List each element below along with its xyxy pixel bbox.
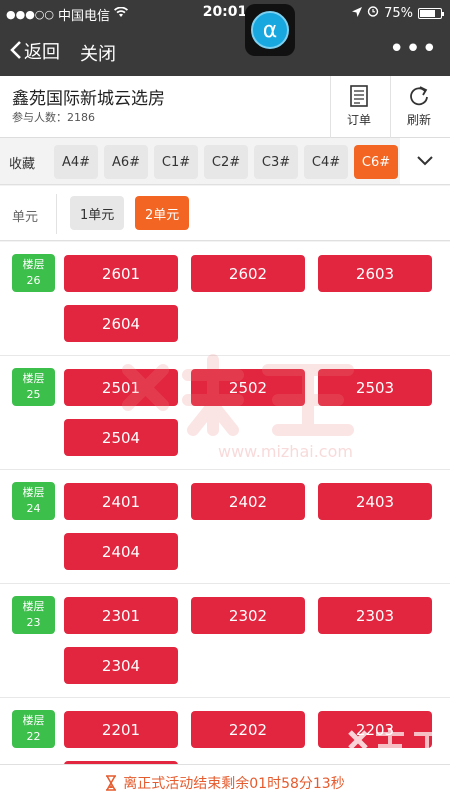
floor-row-24: 楼层 24 2401 2402 2403 2404 [0, 470, 450, 584]
unit-2-button[interactable]: 2单元 [135, 196, 190, 230]
room-button[interactable]: 2404 [64, 533, 178, 570]
floor-badge: 楼层 22 [12, 710, 55, 748]
floor-badge: 楼层 24 [12, 482, 55, 520]
app-logo-icon: α [245, 4, 295, 56]
hourglass-icon [106, 774, 117, 791]
unit-selector: 单元 1单元 2单元 [0, 186, 450, 241]
chevron-left-icon [10, 40, 22, 62]
project-header: 鑫苑国际新城云选房 参与人数：2186 订单 刷新 [0, 76, 450, 138]
navigation-bar: 返回 关闭 ••• [0, 26, 450, 76]
floor-badge: 楼层 26 [12, 254, 55, 292]
tab-building-c1[interactable]: C1# [154, 145, 198, 179]
app-logo-glyph: α [251, 11, 289, 49]
room-button[interactable]: 2203 [318, 711, 432, 748]
tab-building-c6[interactable]: C6# [354, 145, 398, 179]
room-button[interactable]: 2303 [318, 597, 432, 634]
floor-row-26: 楼层 26 2601 2602 2603 2604 [0, 242, 450, 356]
room-button[interactable]: 2302 [191, 597, 305, 634]
order-button[interactable]: 订单 [334, 84, 384, 128]
back-label: 返回 [24, 42, 60, 63]
tab-building-c2[interactable]: C2# [204, 145, 248, 179]
room-button[interactable]: 2301 [64, 597, 178, 634]
tab-building-c3[interactable]: C3# [254, 145, 298, 179]
close-button[interactable]: 关闭 [80, 40, 116, 66]
location-icon [352, 6, 363, 21]
tab-building-c4[interactable]: C4# [304, 145, 348, 179]
floor-list[interactable]: 楼层 26 2601 2602 2603 2604 楼层 25 2501 2502 … [0, 242, 450, 764]
alarm-icon [367, 5, 379, 21]
room-button[interactable]: 2504 [64, 419, 178, 456]
expand-tabs-button[interactable] [400, 138, 450, 184]
more-menu-button[interactable]: ••• [389, 34, 438, 64]
refresh-label: 刷新 [406, 113, 431, 127]
chevron-down-icon [417, 156, 433, 166]
refresh-icon [410, 86, 428, 106]
floor-number: 23 [26, 616, 41, 629]
room-button[interactable]: 2502 [191, 369, 305, 406]
floor-row-22: 楼层 22 2201 2202 2203 [0, 698, 450, 764]
unit-label: 单元 [12, 210, 39, 225]
room-button[interactable]: 2401 [64, 483, 178, 520]
floor-row-23: 楼层 23 2301 2302 2303 2304 [0, 584, 450, 698]
tab-favorites[interactable]: 收藏 [0, 145, 44, 179]
status-bar: ●●●○○ 中国电信 20:01 75% [0, 0, 450, 26]
room-button[interactable]: 2403 [318, 483, 432, 520]
floor-number: 26 [26, 274, 41, 287]
floor-number: 22 [26, 730, 41, 743]
back-button[interactable]: 返回 [10, 38, 60, 64]
tab-building-a4[interactable]: A4# [54, 145, 98, 179]
floor-badge-label: 楼层 [22, 600, 45, 613]
participants-count: 参与人数：2186 [12, 111, 95, 124]
divider [330, 76, 331, 138]
room-button[interactable]: 2603 [318, 255, 432, 292]
floor-badge-label: 楼层 [22, 486, 45, 499]
room-button[interactable]: 2304 [64, 647, 178, 684]
order-document-icon [350, 85, 368, 107]
floor-number: 24 [26, 502, 41, 515]
floor-number: 25 [26, 388, 41, 401]
divider [56, 194, 57, 234]
unit-1-button[interactable]: 1单元 [70, 196, 125, 230]
tab-building-a6[interactable]: A6# [104, 145, 148, 179]
room-button[interactable]: 2501 [64, 369, 178, 406]
room-button[interactable]: 2503 [318, 369, 432, 406]
divider [390, 76, 391, 138]
room-button[interactable]: 2601 [64, 255, 178, 292]
battery-icon [418, 7, 444, 19]
floor-badge-label: 楼层 [22, 714, 45, 727]
floor-badge-label: 楼层 [22, 372, 45, 385]
countdown-text: 离正式活动结束剩余01时58分13秒 [123, 775, 345, 792]
floor-row-25: 楼层 25 2501 2502 2503 2504 [0, 356, 450, 470]
floor-badge: 楼层 25 [12, 368, 55, 406]
room-button[interactable]: 2202 [191, 711, 305, 748]
building-tabs: 收藏 A4# A6# C1# C2# C3# C4# C6# [0, 138, 450, 185]
order-label: 订单 [346, 113, 371, 127]
room-button[interactable]: 2604 [64, 305, 178, 342]
battery-percent: 75% [384, 5, 413, 21]
room-button[interactable]: 2402 [191, 483, 305, 520]
room-button[interactable]: 2201 [64, 711, 178, 748]
floor-badge-label: 楼层 [22, 258, 45, 271]
floor-badge: 楼层 23 [12, 596, 55, 634]
refresh-button[interactable]: 刷新 [394, 84, 444, 128]
page-title: 鑫苑国际新城云选房 [12, 89, 165, 109]
countdown-bar: 离正式活动结束剩余01时58分13秒 [0, 764, 450, 800]
room-button[interactable]: 2602 [191, 255, 305, 292]
